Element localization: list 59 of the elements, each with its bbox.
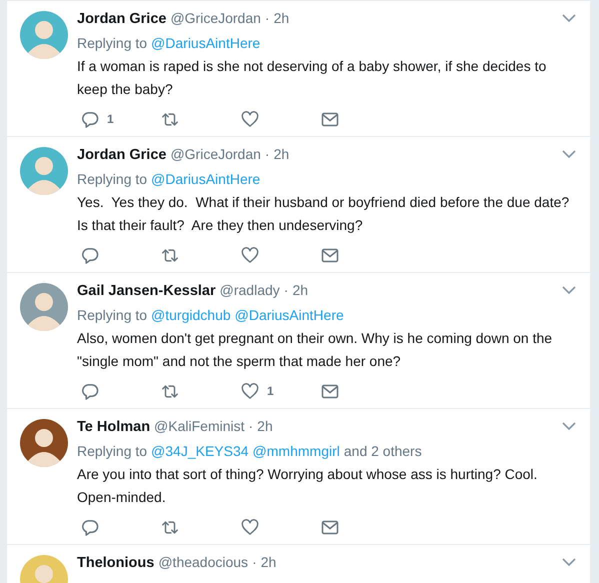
replying-label: Replying to <box>77 35 148 51</box>
heart-icon[interactable] <box>241 110 259 128</box>
tweet-text: Are you into that sort of thing? Worrying about whose ass is hurting? Cool. Open-minded. <box>77 465 538 507</box>
mention-link[interactable]: @DariusAintHere <box>151 35 260 51</box>
chevron-icon[interactable] <box>562 14 576 22</box>
user-handle[interactable]: @theadocious <box>158 554 248 570</box>
avatar[interactable] <box>20 419 68 467</box>
user-name[interactable]: Gail Jansen-Kesslar <box>77 283 216 299</box>
reply-icon[interactable] <box>81 518 99 536</box>
separator-dot: · <box>284 282 288 298</box>
mention-link[interactable]: @DariusAintHere <box>234 307 344 323</box>
heart-icon[interactable] <box>241 382 259 400</box>
chevron-icon[interactable] <box>562 558 576 566</box>
chevron-icon[interactable] <box>562 150 576 158</box>
user-handle[interactable]: @GriceJordan <box>170 146 261 162</box>
replying-label: Replying to <box>77 443 148 459</box>
chevron-icon[interactable] <box>562 286 576 294</box>
tweet-text: Yes. Yes they do. What if their husband or boyfriend died before the due date? Is that their fault? Are they then undeserving? <box>77 193 570 235</box>
timestamp[interactable]: 2h <box>292 282 308 298</box>
user-handle[interactable]: @KaliFeminist <box>154 418 244 434</box>
heart-icon[interactable] <box>241 246 259 264</box>
reply-icon[interactable] <box>81 382 99 400</box>
replying-label: Replying to <box>77 307 148 323</box>
mention-link[interactable]: @mmhmmgirl <box>252 443 340 459</box>
replying-label: Replying to <box>77 171 148 187</box>
user-name[interactable]: Jordan Grice <box>77 147 166 163</box>
mention-link[interactable]: @34J_KEYS34 <box>151 443 249 459</box>
separator-dot: · <box>264 10 270 26</box>
timestamp[interactable]: 2h <box>274 10 290 26</box>
like-count: 1 <box>267 384 274 398</box>
tweet-text: Also, women don't get pregnant on their own. Why is he coming down on the "single mom" and not the sperm that made her one? <box>77 329 554 371</box>
retweet-icon[interactable] <box>161 382 179 400</box>
mail-icon[interactable] <box>321 518 339 536</box>
user-name[interactable]: Thelonious <box>77 555 154 571</box>
chevron-icon[interactable] <box>562 422 576 430</box>
user-handle[interactable]: @radlady <box>220 282 280 298</box>
reply-icon[interactable] <box>81 110 99 128</box>
user-handle[interactable]: @GriceJordan <box>170 10 261 26</box>
user-name[interactable]: Te Holman <box>77 419 150 435</box>
mail-icon[interactable] <box>321 246 339 264</box>
timestamp[interactable]: 2h <box>260 554 276 570</box>
reply-count: 1 <box>107 112 114 126</box>
retweet-icon[interactable] <box>161 246 179 264</box>
tweet-text: If a woman is raped is she not deserving of a baby shower, if she decides to keep the baby? <box>77 57 548 99</box>
separator-dot: · <box>264 146 270 162</box>
reply-icon[interactable] <box>81 246 99 264</box>
mail-icon[interactable] <box>321 110 339 128</box>
mail-icon[interactable] <box>321 382 339 400</box>
mention-link[interactable]: @turgidchub <box>151 307 231 323</box>
mention-link[interactable]: @DariusAintHere <box>151 171 260 187</box>
user-name[interactable]: Jordan Grice <box>77 11 166 27</box>
separator-dot: · <box>248 418 254 434</box>
retweet-icon[interactable] <box>161 110 179 128</box>
timestamp[interactable]: 2h <box>257 418 273 434</box>
heart-icon[interactable] <box>241 518 259 536</box>
others-link[interactable]: and 2 others <box>344 443 422 459</box>
separator-dot: · <box>252 554 257 570</box>
timestamp[interactable]: 2h <box>274 146 290 162</box>
retweet-icon[interactable] <box>161 518 179 536</box>
